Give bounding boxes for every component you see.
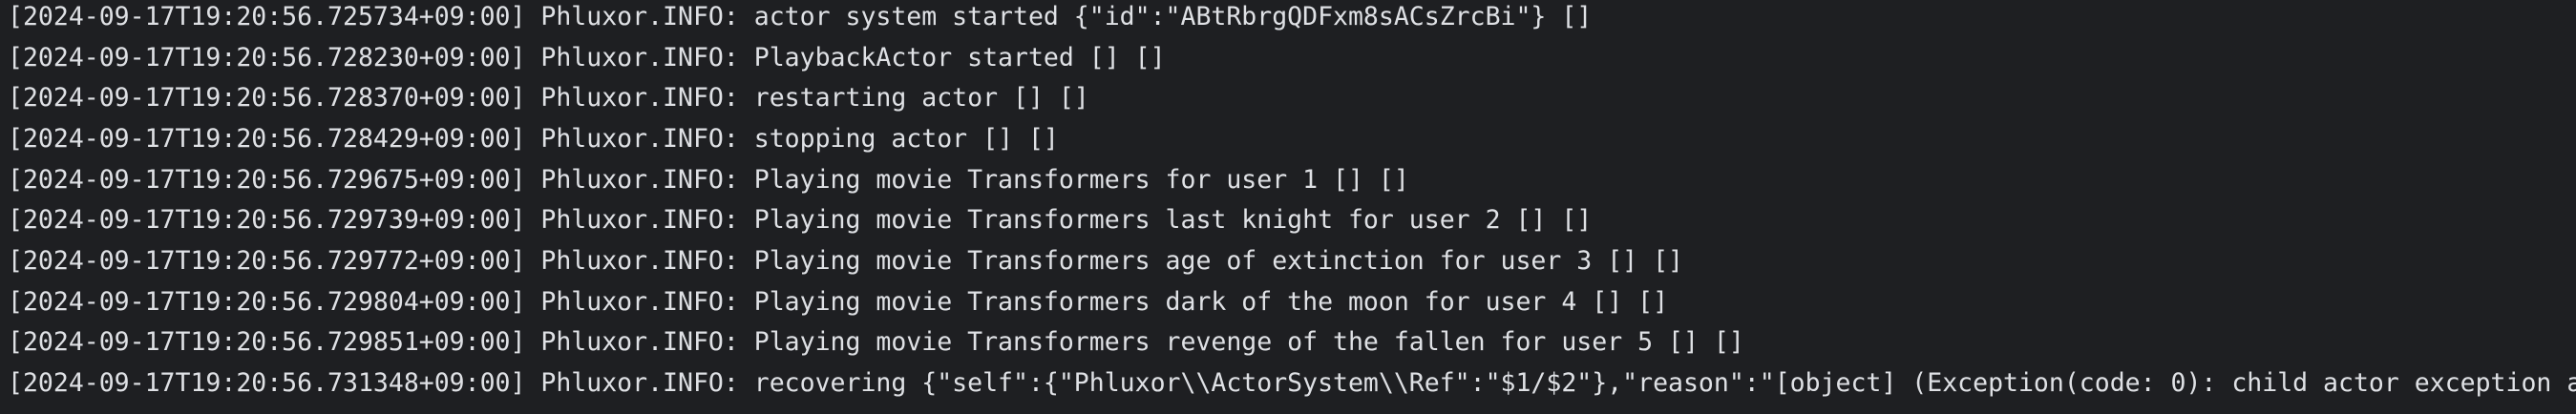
log-line: [2024-09-17T19:20:56.729772+09:00] Phlux…	[8, 246, 1683, 276]
log-line: [2024-09-17T19:20:56.731348+09:00] Phlux…	[8, 368, 2576, 398]
log-line: [2024-09-17T19:20:56.729851+09:00] Phlux…	[8, 327, 1744, 357]
log-line: [2024-09-17T19:20:56.728429+09:00] Phlux…	[8, 124, 1059, 154]
log-line: [2024-09-17T19:20:56.728370+09:00] Phlux…	[8, 83, 1089, 113]
log-line: [2024-09-17T19:20:56.729739+09:00] Phlux…	[8, 205, 1593, 235]
log-line: [2024-09-17T19:20:56.729804+09:00] Phlux…	[8, 287, 1669, 317]
log-line: [2024-09-17T19:20:56.725734+09:00] Phlux…	[8, 2, 1593, 31]
log-line: [2024-09-17T19:20:56.728230+09:00] Phlux…	[8, 43, 1166, 72]
log-line: [2024-09-17T19:20:56.729675+09:00] Phlux…	[8, 165, 1409, 195]
log-console: [2024-09-17T19:20:56.725734+09:00] Phlux…	[0, 0, 2576, 414]
